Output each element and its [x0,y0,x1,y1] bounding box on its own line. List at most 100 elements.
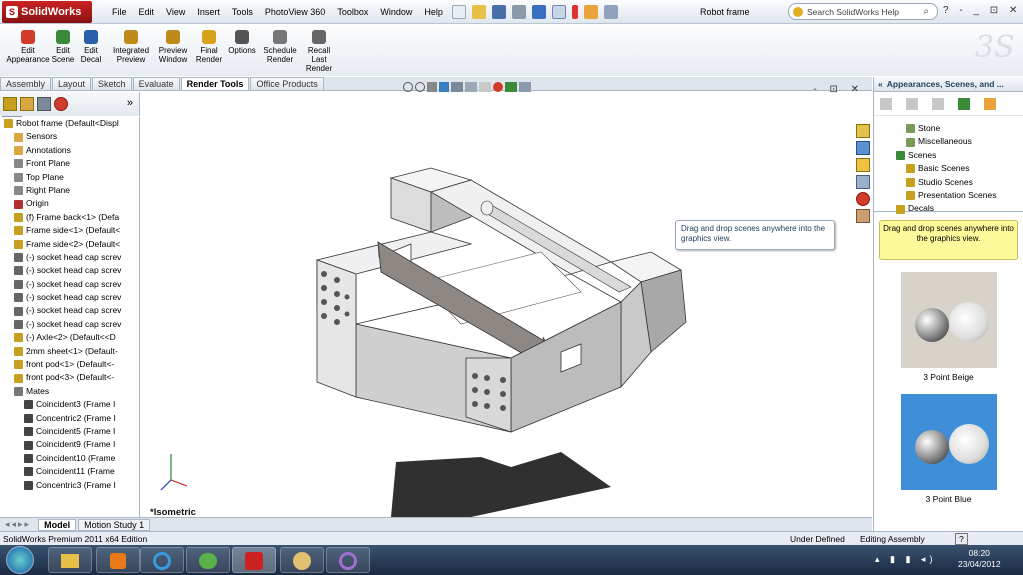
property-manager-icon[interactable] [20,97,34,111]
menu-insert[interactable]: Insert [191,7,226,17]
open-folder-icon[interactable] [471,4,486,19]
ribbon-edit-scene-button[interactable]: Edit Scene [50,30,76,64]
system-tray-icons[interactable]: ▴ ▮ ▮ ◂) [875,554,936,565]
apply-scene-icon[interactable] [505,82,517,92]
forward-icon[interactable] [906,97,918,110]
tree-item[interactable]: front pod<3> (Default<- [0,371,139,384]
tree-item[interactable]: Front Plane [0,157,139,170]
tab-office-products[interactable]: Office Products [250,77,324,90]
zoom-to-fit-icon[interactable] [403,82,413,92]
appearance-tree-item[interactable]: Miscellaneous [896,135,1023,148]
tree-item[interactable]: (-) socket head cap screv [0,251,139,264]
view-settings-icon[interactable] [519,82,531,92]
tab-motion-study-1[interactable]: Motion Study 1 [78,518,151,531]
menu-help[interactable]: Help [418,7,449,17]
tab-sketch[interactable]: Sketch [92,77,132,90]
design-library-icon[interactable] [856,141,870,155]
hide-show-icon[interactable] [479,82,491,92]
tree-item[interactable]: Robot frame (Default<Displ [0,117,139,130]
refresh-icon[interactable] [958,97,970,110]
options-icon[interactable] [603,4,618,19]
expand-panel-icon[interactable]: » [127,97,133,109]
zoom-area-icon[interactable] [415,82,425,92]
tree-item[interactable]: (-) socket head cap screv [0,304,139,317]
appearance-tree-item[interactable]: Presentation Scenes [896,189,1023,202]
edit-appearance-icon[interactable] [493,82,503,92]
tab-scroll-arrows-icon[interactable]: ◂◂▸▸ [0,519,36,530]
status-help-button[interactable]: ? [955,533,968,545]
print-icon[interactable] [511,4,526,19]
home-icon[interactable] [856,124,870,138]
ribbon-recall-last-render-button[interactable]: Recall Last Render [302,30,336,73]
taskbar-solidworks[interactable] [232,547,276,573]
menu-file[interactable]: File [106,7,133,17]
ribbon-edit-decal-button[interactable]: Edit Decal [78,30,104,64]
graphics-view[interactable]: - ⊡ ✕ *Isometric Drag and drop scenes an… [141,82,872,518]
file-explorer-icon[interactable] [856,158,870,172]
clock[interactable]: 08:20 23/04/2012 [958,548,1001,570]
appearances-icon[interactable] [856,192,870,206]
display-manager-icon[interactable] [54,97,68,111]
configuration-manager-icon[interactable] [37,97,51,111]
ribbon-preview-window-button[interactable]: Preview Window [154,30,192,64]
tree-item[interactable]: (-) socket head cap screv [0,291,139,304]
tree-item[interactable]: Annotations [0,144,139,157]
taskbar-internet-explorer[interactable] [140,547,184,573]
tree-item[interactable]: (-) socket head cap screv [0,278,139,291]
back-icon[interactable] [880,97,892,110]
taskbar-app[interactable] [326,547,370,573]
collapse-panel-icon[interactable]: « [878,79,883,89]
custom-properties-icon[interactable] [856,209,870,223]
ribbon-integrated-preview-button[interactable]: Integrated Preview [108,30,154,64]
rebuild-icon[interactable] [571,4,578,19]
tree-item[interactable]: Coincident11 (Frame [0,465,139,478]
tab-layout[interactable]: Layout [52,77,92,90]
tree-item[interactable]: front pod<1> (Default<- [0,358,139,371]
ribbon-edit-appearance-button[interactable]: Edit Appearance [6,30,50,64]
tree-item[interactable]: Right Plane [0,184,139,197]
select-icon[interactable] [551,4,566,19]
tree-item[interactable]: Top Plane [0,171,139,184]
tree-item[interactable]: 2mm sheet<1> (Default- [0,345,139,358]
tree-item[interactable]: (f) Frame back<1> (Defa [0,211,139,224]
appearance-tree-item[interactable]: Studio Scenes [896,176,1023,189]
save-icon[interactable] [491,4,506,19]
tree-item[interactable]: Origin [0,197,139,210]
menu-edit[interactable]: Edit [133,7,161,17]
tree-item[interactable]: Frame side<2> (Default< [0,238,139,251]
menu-toolbox[interactable]: Toolbox [331,7,374,17]
new-document-icon[interactable] [451,4,466,19]
appearance-tree-item[interactable]: Basic Scenes [896,162,1023,175]
start-button[interactable] [6,546,34,574]
tab-render-tools[interactable]: Render Tools [180,77,250,90]
tree-item[interactable]: Mates [0,385,139,398]
menu-photoview-360[interactable]: PhotoView 360 [259,7,331,17]
tree-item[interactable]: (-) socket head cap screv [0,318,139,331]
appearance-tree-item[interactable]: Decals [896,202,1023,215]
taskbar-media-player[interactable] [96,547,140,573]
tree-item[interactable]: Coincident10 (Frame [0,452,139,465]
tree-item[interactable]: Concentric3 (Frame I [0,479,139,492]
tree-item[interactable]: Sensors [0,130,139,143]
previous-view-icon[interactable] [427,82,437,92]
taskbar-paint[interactable] [280,547,324,573]
tree-item[interactable]: Coincident5 (Frame I [0,425,139,438]
tree-item[interactable]: (-) socket head cap screv [0,264,139,277]
scene-thumbnail[interactable]: 3 Point Beige [874,272,1023,382]
undo-icon[interactable] [531,4,546,19]
ribbon-options-button[interactable]: Options [226,30,258,55]
window-controls[interactable]: ? - _ ⊡ ✕ [943,5,1021,16]
tree-item[interactable]: (-) Axle<2> (Default<<D [0,331,139,344]
view-orientation-icon[interactable] [451,82,463,92]
tree-item[interactable]: Frame side<1> (Default< [0,224,139,237]
solidworks-logo[interactable]: S SolidWorks [2,0,92,23]
ribbon-schedule-render-button[interactable]: Schedule Render [260,30,300,64]
appearance-tree-item[interactable]: Stone [896,122,1023,135]
up-folder-icon[interactable] [984,97,996,110]
menu-tools[interactable]: Tools [226,7,259,17]
menu-view[interactable]: View [160,7,191,17]
tree-item[interactable]: Coincident3 (Frame I [0,398,139,411]
section-view-icon[interactable] [439,82,449,92]
file-properties-icon[interactable] [583,4,598,19]
taskbar-users[interactable] [186,547,230,573]
